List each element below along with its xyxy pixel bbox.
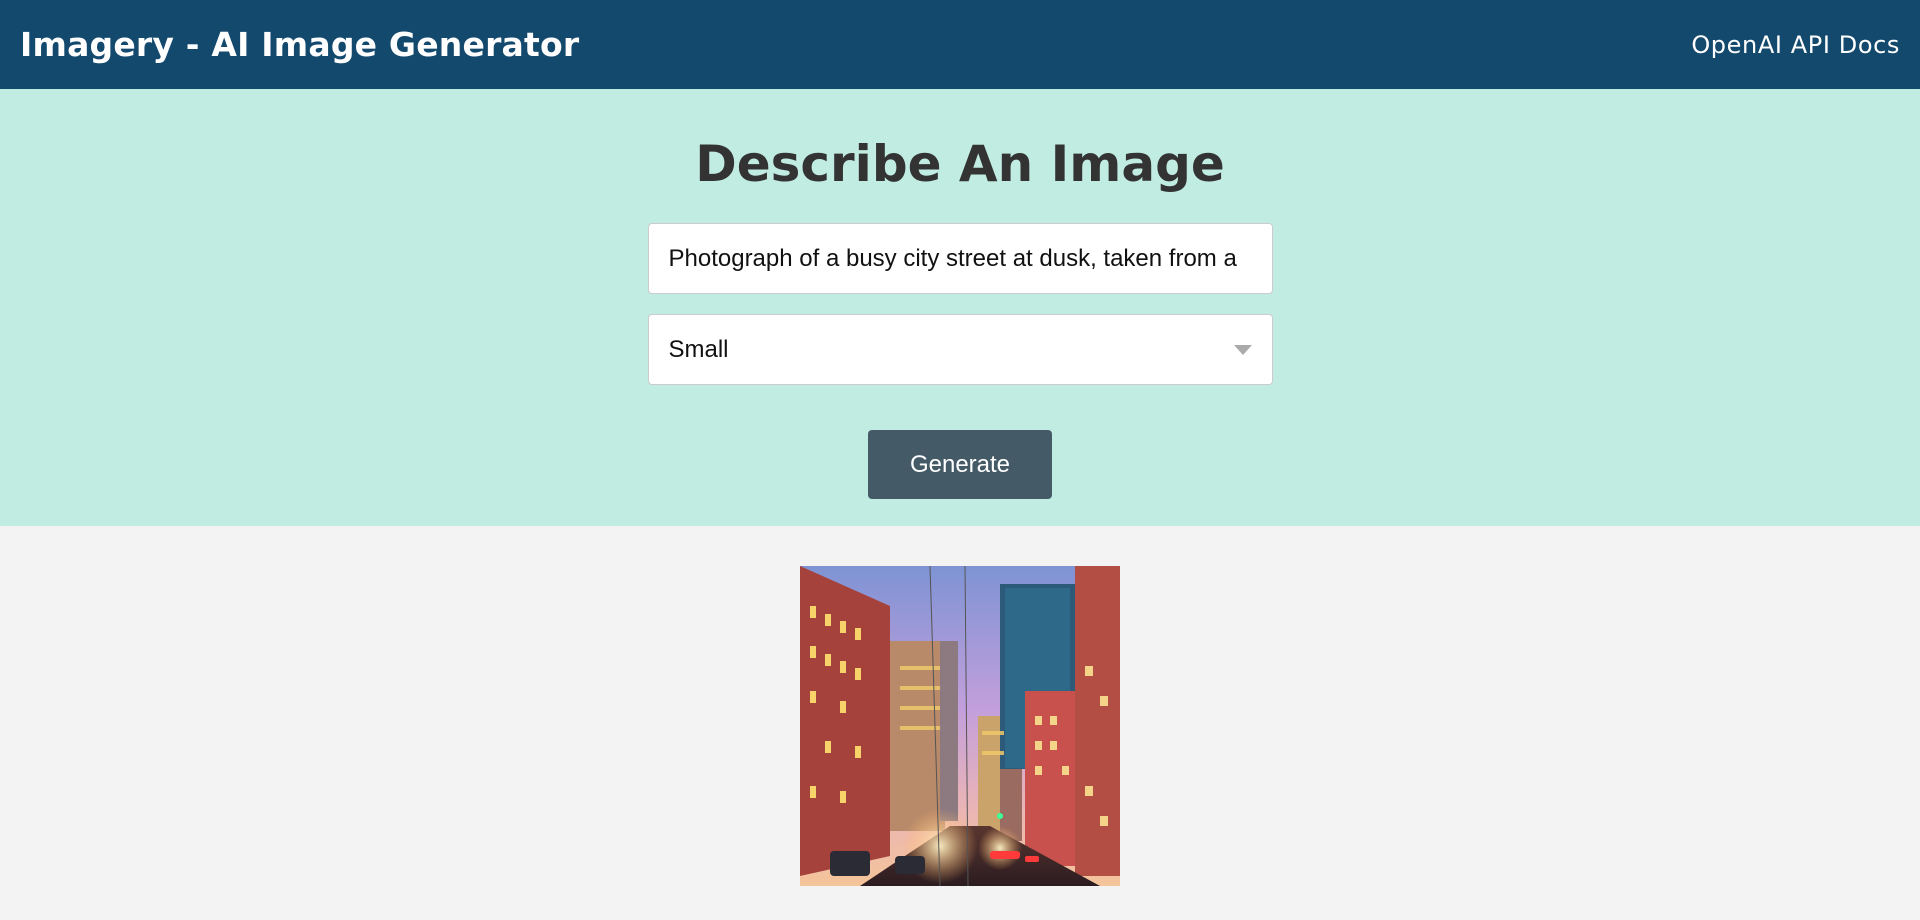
openai-docs-link[interactable]: OpenAI API Docs xyxy=(1691,31,1900,59)
prompt-input[interactable] xyxy=(647,223,1273,294)
app-title: Imagery - AI Image Generator xyxy=(20,25,580,64)
showcase: Describe An Image Small Generate xyxy=(0,89,1920,526)
chevron-down-icon xyxy=(1233,344,1252,355)
image-section xyxy=(0,526,1920,886)
image-form: Small Generate xyxy=(647,223,1273,499)
navbar: Imagery - AI Image Generator OpenAI API … xyxy=(0,0,1920,89)
generate-button[interactable]: Generate xyxy=(868,430,1052,499)
size-select[interactable]: Small xyxy=(647,314,1273,385)
page-title: Describe An Image xyxy=(695,135,1225,193)
generated-image xyxy=(800,566,1120,886)
city-street-illustration xyxy=(800,566,1120,886)
size-select-value: Small xyxy=(668,335,729,363)
